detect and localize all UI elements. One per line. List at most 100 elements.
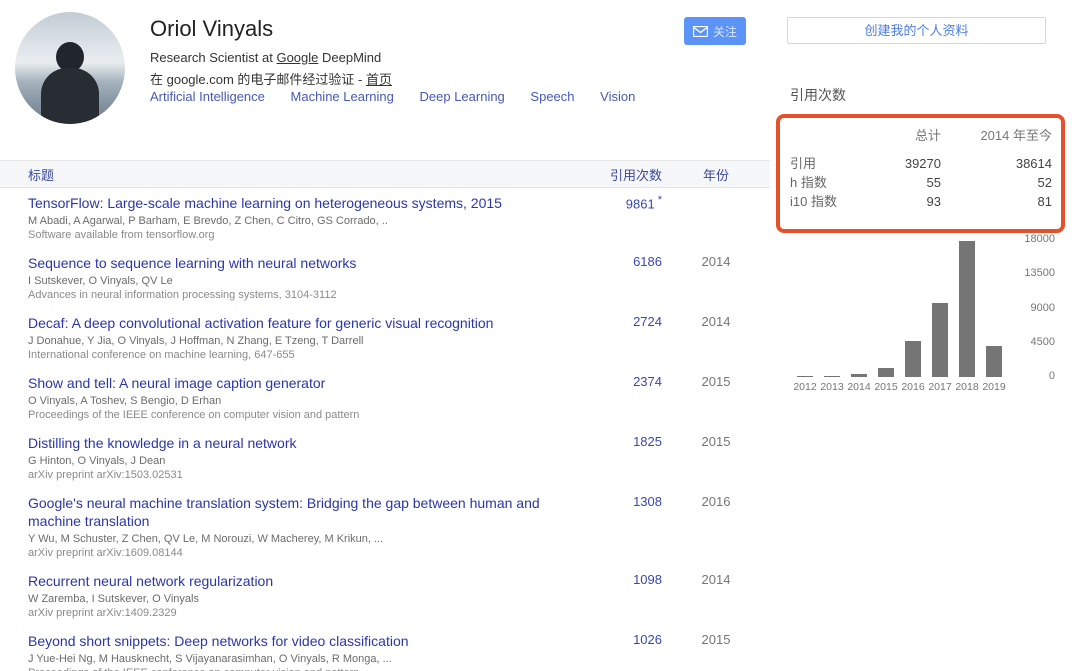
pub-cited-by-link[interactable]: 9861 xyxy=(626,196,655,211)
chart-year-label: 2014 xyxy=(844,381,874,393)
header-title-column[interactable]: 标题 xyxy=(0,165,567,184)
pub-cited-by-link[interactable]: 2724 xyxy=(633,314,662,329)
pub-year: 2016 xyxy=(662,494,770,560)
stats-citations-since[interactable]: 38614 xyxy=(941,154,1052,173)
pub-cited-by-cell: 1026 xyxy=(567,632,662,671)
stats-label-citations: 引用 xyxy=(790,154,856,173)
pub-title-link[interactable]: Decaf: A deep convolutional activation f… xyxy=(28,314,557,332)
stats-header-since[interactable]: 2014 年至今 xyxy=(941,126,1052,145)
chart-bar-2015[interactable] xyxy=(878,368,894,377)
profile-name: Oriol Vinyals xyxy=(150,16,273,42)
pub-authors: J Yue-Hei Ng, M Hausknecht, S Vijayanara… xyxy=(28,652,557,666)
pub-cited-by-link[interactable]: 1026 xyxy=(633,632,662,647)
stats-i10-index-since[interactable]: 81 xyxy=(941,192,1052,211)
table-row: Beyond short snippets: Deep networks for… xyxy=(0,626,770,671)
pub-cell: TensorFlow: Large-scale machine learning… xyxy=(0,194,567,242)
chart-bar-2012[interactable] xyxy=(797,376,813,377)
pub-cited-by-cell: 1825 xyxy=(567,434,662,482)
pub-cell: Show and tell: A neural image caption ge… xyxy=(0,374,567,422)
pub-title-link[interactable]: Beyond short snippets: Deep networks for… xyxy=(28,632,557,650)
interest-tags: Artificial Intelligence Machine Learning… xyxy=(150,89,657,104)
stats-row-i10-index: i10 指数 93 81 xyxy=(790,192,1052,211)
interest-tag-machine-learning[interactable]: Machine Learning xyxy=(291,89,394,104)
follow-button[interactable]: 关注 xyxy=(684,17,746,45)
publications-header-row: 标题 引用次数 年份 xyxy=(0,160,770,188)
pub-year: 2015 xyxy=(662,434,770,482)
interest-tag-vision[interactable]: Vision xyxy=(600,89,635,104)
chart-bar-2016[interactable] xyxy=(905,341,921,377)
interest-tag-deep-learning[interactable]: Deep Learning xyxy=(420,89,505,104)
pub-cell: Distilling the knowledge in a neural net… xyxy=(0,434,567,482)
avatar-silhouette-body xyxy=(41,68,99,124)
stats-header-row: 总计 2014 年至今 xyxy=(790,126,1052,145)
create-profile-button[interactable]: 创建我的个人资料 xyxy=(787,17,1046,44)
pub-authors: I Sutskever, O Vinyals, QV Le xyxy=(28,274,557,288)
header-year-column[interactable]: 年份 xyxy=(662,165,770,184)
pub-cell: Google's neural machine translation syst… xyxy=(0,494,567,560)
chart-bar-2014[interactable] xyxy=(851,374,867,377)
pub-cited-by-link[interactable]: 6186 xyxy=(633,254,662,269)
table-row: Google's neural machine translation syst… xyxy=(0,488,770,566)
stats-header-spacer xyxy=(790,126,856,145)
avatar[interactable] xyxy=(15,12,125,124)
publications-table: 标题 引用次数 年份 TensorFlow: Large-scale machi… xyxy=(0,160,770,671)
pub-year: 2014 xyxy=(662,254,770,302)
pub-title-link[interactable]: TensorFlow: Large-scale machine learning… xyxy=(28,194,557,212)
pub-authors: Y Wu, M Schuster, Z Chen, QV Le, M Norou… xyxy=(28,532,557,546)
stats-h-index-all[interactable]: 55 xyxy=(856,173,941,192)
pub-cited-by-cell: 1308 xyxy=(567,494,662,560)
stats-header-all[interactable]: 总计 xyxy=(856,126,941,145)
table-row: TensorFlow: Large-scale machine learning… xyxy=(0,188,770,248)
pub-title-link[interactable]: Recurrent neural network regularization xyxy=(28,572,557,590)
interest-tag-speech[interactable]: Speech xyxy=(530,89,574,104)
table-row: Distilling the knowledge in a neural net… xyxy=(0,428,770,488)
citations-chart: 2012201320142015201620172018201918000135… xyxy=(777,234,1055,399)
scholar-profile-page: Oriol Vinyals Research Scientist at Goog… xyxy=(0,0,1080,671)
pub-venue: arXiv preprint arXiv:1609.08144 xyxy=(28,546,557,560)
stats-i10-index-all[interactable]: 93 xyxy=(856,192,941,211)
citations-stats-table: 总计 2014 年至今 引用 39270 38614 h 指数 55 52 i1… xyxy=(790,126,1052,211)
chart-ytick-label: 9000 xyxy=(1011,302,1055,314)
pub-year: 2014 xyxy=(662,572,770,620)
pub-cell: Sequence to sequence learning with neura… xyxy=(0,254,567,302)
verified-text: 在 google.com 的电子邮件经过验证 - xyxy=(150,72,366,87)
pub-title-link[interactable]: Distilling the knowledge in a neural net… xyxy=(28,434,557,452)
table-row: Decaf: A deep convolutional activation f… xyxy=(0,308,770,368)
pub-cited-by-cell: 1098 xyxy=(567,572,662,620)
pub-title-link[interactable]: Show and tell: A neural image caption ge… xyxy=(28,374,557,392)
pub-venue: Software available from tensorflow.org xyxy=(28,228,557,242)
pub-authors: G Hinton, O Vinyals, J Dean xyxy=(28,454,557,468)
pub-year xyxy=(662,194,770,242)
chart-bar-2019[interactable] xyxy=(986,346,1002,377)
chart-bar-2017[interactable] xyxy=(932,303,948,377)
stats-citations-all[interactable]: 39270 xyxy=(856,154,941,173)
pub-cited-by-link[interactable]: 1825 xyxy=(633,434,662,449)
chart-ytick-label: 0 xyxy=(1011,370,1055,382)
pub-title-link[interactable]: Google's neural machine translation syst… xyxy=(28,494,557,530)
pub-cell: Recurrent neural network regularization … xyxy=(0,572,567,620)
affiliation-google-link[interactable]: Google xyxy=(276,50,318,65)
pub-cited-by-link[interactable]: 1308 xyxy=(633,494,662,509)
pub-cited-by-cell: 2374 xyxy=(567,374,662,422)
interest-tag-artificial-intelligence[interactable]: Artificial Intelligence xyxy=(150,89,265,104)
pub-cited-by-cell: 2724 xyxy=(567,314,662,362)
pub-cited-by-link[interactable]: 2374 xyxy=(633,374,662,389)
chart-year-label: 2018 xyxy=(952,381,982,393)
header-cited-by-column[interactable]: 引用次数 xyxy=(567,165,662,184)
chart-year-label: 2019 xyxy=(979,381,1009,393)
pub-authors: M Abadi, A Agarwal, P Barham, E Brevdo, … xyxy=(28,214,557,228)
chart-bar-2013[interactable] xyxy=(824,376,840,377)
envelope-icon xyxy=(693,26,708,37)
pub-cited-by-link[interactable]: 1098 xyxy=(633,572,662,587)
table-row: Show and tell: A neural image caption ge… xyxy=(0,368,770,428)
chart-bar-2018[interactable] xyxy=(959,241,975,377)
pub-venue: Proceedings of the IEEE conference on co… xyxy=(28,408,557,422)
pub-venue: Proceedings of the IEEE conference on co… xyxy=(28,666,557,671)
homepage-link[interactable]: 首页 xyxy=(366,72,392,87)
follow-button-label: 关注 xyxy=(713,23,737,40)
stats-label-i10-index: i10 指数 xyxy=(790,192,856,211)
verified-email-line: 在 google.com 的电子邮件经过验证 - 首页 xyxy=(150,69,392,88)
pub-year: 2015 xyxy=(662,374,770,422)
stats-h-index-since[interactable]: 52 xyxy=(941,173,1052,192)
pub-title-link[interactable]: Sequence to sequence learning with neura… xyxy=(28,254,557,272)
